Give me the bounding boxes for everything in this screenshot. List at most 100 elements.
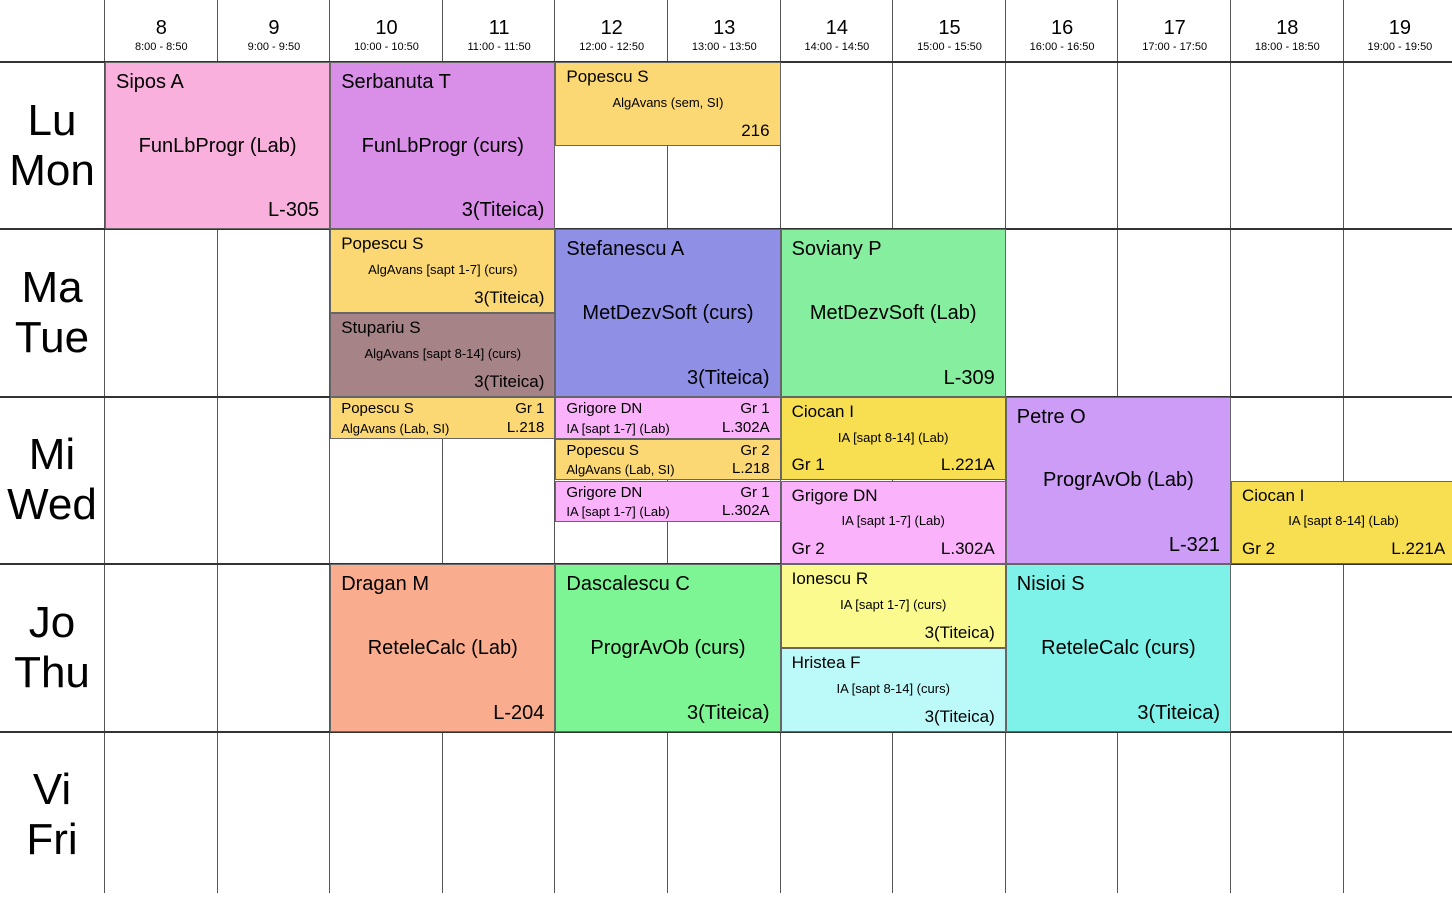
class-block[interactable]: Hristea F IA [sapt 8-14] (curs) 3(Titeica) [780, 647, 1006, 732]
teacher-name: Popescu S [566, 441, 639, 459]
group-label: Gr 2 [1242, 539, 1276, 559]
hour-header-17: 17 17:00 - 17:50 [1118, 0, 1231, 62]
hour-number: 18 [1276, 17, 1299, 39]
day-label-fri: Vi Fri [0, 732, 104, 899]
subject-name: IA [sapt 8-14] (curs) [836, 680, 950, 696]
class-block[interactable]: Ionescu R IA [sapt 1-7] (curs) 3(Titeica) [780, 564, 1006, 648]
day-en: Wed [7, 480, 97, 530]
hour-range: 12:00 - 12:50 [579, 41, 645, 53]
room-label: 3(Titeica) [461, 199, 545, 222]
class-block[interactable]: Ciocan I IA [sapt 8-14] (Lab) Gr 2 L.221A [1231, 480, 1452, 565]
class-block[interactable]: Popescu S AlgAvans (Lab, SI) Gr 1 L.218 [330, 396, 556, 439]
class-block[interactable]: Popescu S AlgAvans [sapt 1-7] (curs) 3(Tit… [330, 229, 556, 314]
room-label: 3(Titeica) [686, 701, 770, 724]
hour-header-9: 9 9:00 - 9:50 [218, 0, 331, 62]
teacher-name: Dascalescu C [566, 573, 690, 596]
room-label: L-321 [1168, 534, 1220, 557]
subject-name: ProgrAvOb (curs) [590, 636, 746, 659]
hour-header-8: 8 8:00 - 8:50 [105, 0, 218, 62]
subject-name: ReteleCalc (Lab) [367, 636, 518, 659]
room-label: L.302A [722, 502, 770, 520]
teacher-name: Ciocan I [791, 401, 854, 421]
teacher-name: Popescu S [566, 67, 649, 86]
room-label: L.218 [732, 460, 770, 478]
class-block[interactable]: Popescu S AlgAvans (Lab, SI) Gr 2 L.218 [555, 438, 781, 481]
hour-number: 15 [938, 17, 961, 39]
class-block[interactable]: Sipos A FunLbProgr (Lab) L-305 [105, 62, 331, 230]
class-block[interactable]: Ciocan I IA [sapt 8-14] (Lab) Gr 1 L.221A [780, 396, 1006, 481]
day-en: Thu [14, 647, 90, 697]
room-label: L.302A [940, 539, 995, 559]
subject-name: FunLbProgr (curs) [361, 134, 524, 157]
teacher-name: Ionescu R [791, 569, 869, 589]
class-block[interactable]: Grigore DN IA [sapt 1-7] (Lab) Gr 1 L.302A [555, 396, 781, 439]
room-label: L-309 [943, 366, 995, 389]
room-label: L.302A [722, 418, 770, 436]
room-label: 3(Titeica) [686, 366, 770, 389]
subject-name: IA [sapt 1-7] (Lab) [566, 420, 670, 436]
hour-header-13: 13 13:00 - 13:50 [668, 0, 781, 62]
hour-header-12: 12 12:00 - 12:50 [555, 0, 668, 62]
teacher-name: Grigore DN [566, 483, 643, 501]
teacher-name: Ciocan I [1242, 485, 1305, 505]
room-label: 216 [741, 120, 770, 140]
day-label-tue: Ma Tue [0, 229, 104, 396]
class-block[interactable]: Petre O ProgrAvOb (Lab) L-321 [1005, 396, 1231, 565]
hour-number: 8 [155, 17, 167, 39]
class-block[interactable]: Nisioi S ReteleCalc (curs) 3(Titeica) [1005, 564, 1231, 732]
day-label-mon: Lu Mon [0, 62, 104, 229]
subject-name: AlgAvans [sapt 1-7] (curs) [368, 262, 518, 278]
room-label: 3(Titeica) [474, 371, 545, 391]
class-block[interactable]: Stupariu S AlgAvans [sapt 8-14] (curs) 3(T… [330, 313, 556, 397]
room-label: L-305 [268, 199, 320, 222]
hour-number: 9 [268, 17, 280, 39]
teacher-name: Dragan M [341, 573, 429, 596]
subject-name: AlgAvans (Lab, SI) [566, 462, 675, 478]
class-block[interactable]: Popescu S AlgAvans (sem, SI) 216 [555, 62, 781, 146]
teacher-name: Popescu S [341, 399, 414, 417]
hour-range: 18:00 - 18:50 [1254, 41, 1320, 53]
teacher-name: Sipos A [116, 71, 184, 93]
teacher-name: Nisioi S [1016, 573, 1085, 596]
day-en: Mon [9, 145, 95, 195]
hour-number: 12 [600, 17, 623, 39]
hour-range: 16:00 - 16:50 [1029, 41, 1095, 53]
day-ro: Ma [21, 263, 83, 313]
day-en: Fri [26, 815, 78, 865]
room-label: L-204 [493, 701, 545, 724]
group-label: Gr 2 [740, 441, 770, 459]
hour-header-11: 11 11:00 - 11:50 [443, 0, 556, 62]
subject-name: ProgrAvOb (Lab) [1042, 469, 1194, 492]
class-block[interactable]: Serbanuta T FunLbProgr (curs) 3(Titeica) [330, 62, 556, 230]
class-block[interactable]: Stefanescu A MetDezvSoft (curs) 3(Titeica) [555, 229, 781, 397]
hour-range: 13:00 - 13:50 [691, 41, 757, 53]
hour-number: 17 [1163, 17, 1186, 39]
subject-name: FunLbProgr (Lab) [138, 134, 297, 157]
teacher-name: Popescu S [341, 234, 424, 254]
hour-header-16: 16 16:00 - 16:50 [1006, 0, 1119, 62]
hour-number: 10 [375, 17, 398, 39]
hour-number: 14 [825, 17, 849, 39]
day-ro: Mi [28, 430, 76, 480]
grid-vline [1342, 0, 1344, 893]
hour-range: 17:00 - 17:50 [1142, 41, 1208, 53]
teacher-name: Soviany P [791, 238, 882, 261]
day-ro: Vi [32, 765, 72, 815]
hour-range: 19:00 - 19:50 [1367, 41, 1433, 53]
class-block[interactable]: Dragan M ReteleCalc (Lab) L-204 [330, 564, 556, 732]
class-block[interactable]: Grigore DN IA [sapt 1-7] (Lab) Gr 2 L.302A [780, 480, 1006, 565]
hour-number: 19 [1388, 17, 1412, 39]
class-block[interactable]: Soviany P MetDezvSoft (Lab) L-309 [780, 229, 1006, 397]
subject-name: ReteleCalc (curs) [1041, 636, 1196, 659]
teacher-name: Serbanuta T [341, 71, 451, 93]
teacher-name: Stefanescu A [566, 238, 685, 261]
group-label: Gr 1 [740, 483, 770, 501]
subject-name: IA [sapt 1-7] (Lab) [841, 513, 945, 529]
subject-name: AlgAvans [sapt 8-14] (curs) [364, 345, 522, 361]
class-block[interactable]: Grigore DN IA [sapt 1-7] (Lab) Gr 1 L.302A [555, 480, 781, 523]
subject-name: AlgAvans (Lab, SI) [341, 420, 450, 436]
class-block[interactable]: Dascalescu C ProgrAvOb (curs) 3(Titeica) [555, 564, 781, 732]
subject-name: IA [sapt 8-14] (Lab) [1288, 513, 1399, 529]
hour-range: 14:00 - 14:50 [804, 41, 870, 53]
day-label-wed: Mi Wed [0, 397, 104, 564]
